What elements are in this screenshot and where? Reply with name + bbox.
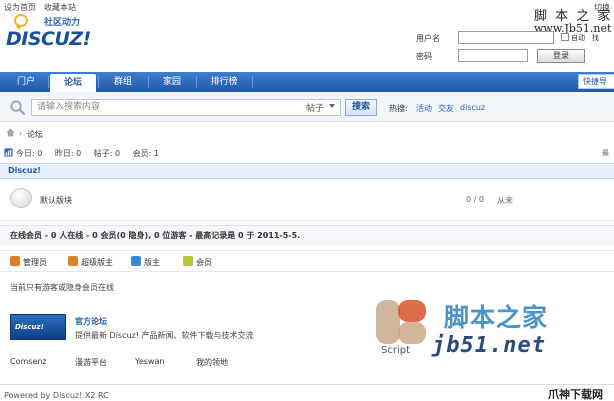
logo-text: DISCUZ! [6,28,91,50]
forum-thread-post-count: 0 / 0 [466,195,484,204]
member-icon [183,256,193,266]
username-label: 用户名 [416,34,440,43]
hot-search-label: 热搜: [389,104,408,113]
top-bar: 设为首页 收藏本站 切换 [0,0,614,14]
official-forum-logo[interactable]: Discuz! [10,314,66,340]
stat-yesterday: 昨日: 0 [54,149,82,158]
legend-super-moderator: 超级版主 [81,258,113,267]
nav-separator [148,76,149,88]
forum-row [0,179,614,221]
nav-separator [252,76,253,88]
nav-item-forum[interactable]: 论坛 [50,74,96,92]
forum-category-name[interactable]: Discuz! [8,166,41,175]
footer-divider [0,384,614,385]
legend-member: 会员 [196,258,212,267]
add-favorite-link[interactable]: 收藏本站 [44,2,76,13]
breadcrumb-current[interactable]: 论坛 [27,129,43,140]
stat-members: 会员: 1 [132,149,159,158]
super-moderator-icon [68,256,78,266]
login-button[interactable]: 登录 [537,49,585,63]
nav-item-portal[interactable]: 门户 [6,72,46,92]
latest-posts-link[interactable]: 最 [602,148,609,158]
nav-separator [48,76,49,88]
search-button[interactable]: 搜索 [345,99,377,116]
friend-link[interactable]: 漫游平台 [75,357,107,368]
home-icon[interactable] [6,128,15,137]
logo-tagline: 社区动力 [44,18,81,28]
username-input[interactable] [458,31,554,44]
password-label: 密码 [416,52,432,61]
quick-nav-button[interactable]: 快捷导 [578,74,614,89]
forum-status-icon [10,188,32,208]
online-note: 当前只有游客或隐身会员在线 [10,283,114,292]
friend-link[interactable]: Comsenz [10,357,47,366]
legend-admin: 管理员 [23,258,47,267]
hot-search-link[interactable]: discuz [460,103,485,112]
nav-separator [98,76,99,88]
search-type-select[interactable]: 帖子 [306,101,324,114]
nav-item-ranking[interactable]: 排行榜 [198,72,250,92]
watermark-title: 脚本之家 [444,303,549,332]
powered-by: Powered by Discuz! X2 RC [4,391,109,400]
legend-moderator: 版主 [144,258,160,267]
remember-label: 自动 [571,34,585,42]
watermark-bottom: 爪神下载网 [548,388,603,401]
remember-checkbox[interactable] [561,33,569,41]
stat-today: 今日: 0 [16,149,43,158]
online-members-title[interactable]: 在线会员 - 0 人在线 - 0 会员(0 隐身), 0 位游客 - 最高记录是… [10,230,300,241]
nav-item-group[interactable]: 群组 [100,72,146,92]
watermark-script: Script [381,345,411,356]
set-home-link[interactable]: 设为首页 [4,2,36,13]
search-input[interactable]: 请输入搜索内容 [31,99,341,116]
official-forum-link[interactable]: 官方论坛 [75,316,107,327]
forgot-password-link[interactable]: 找 [592,33,599,43]
forum-last-post: 从未 [497,196,513,205]
admin-icon [10,256,20,266]
moderator-icon [131,256,141,266]
forum-category-header [0,163,614,179]
breadcrumb-separator: › [19,129,23,138]
chart-icon [4,148,13,157]
friend-link[interactable]: Yeswan [135,357,164,366]
nav-item-home[interactable]: 家园 [150,72,194,92]
hot-search-link[interactable]: 活动 [416,103,432,114]
forum-stats: 今日: 0 昨日: 0 帖子: 0 会员: 1 [16,148,169,159]
hot-search-link[interactable]: 交友 [438,103,454,114]
password-input[interactable] [458,49,528,62]
search-icon [10,100,25,115]
nav-separator [196,76,197,88]
stat-posts: 帖子: 0 [93,149,121,158]
watermark-url: jb51.net [432,333,546,358]
official-logo-text: Discuz! [15,323,44,331]
official-forum-desc: 提供最新 Discuz! 产品新闻、软件下载与技术交流 [75,331,254,340]
site-logo[interactable]: 社区动力 DISCUZ! [4,14,100,50]
friend-link[interactable]: 我的领地 [196,357,228,368]
chevron-down-icon[interactable] [329,104,335,108]
main-nav: 门户 论坛 群组 家园 排行榜 快捷导 [0,72,614,92]
forum-name-link[interactable]: 默认版块 [40,195,72,206]
